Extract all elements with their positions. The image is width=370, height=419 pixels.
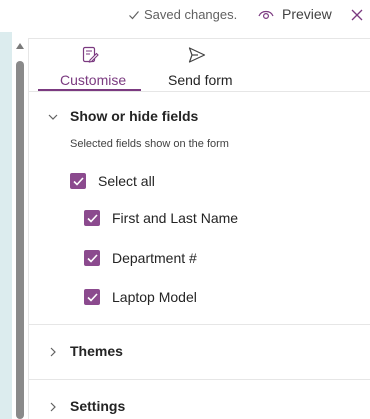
section-show-hide-fields[interactable]: Show or hide fields [29,99,370,135]
save-status: Saved changes. [128,7,237,22]
preview-label: Preview [282,6,332,22]
checkbox-checked [84,210,100,226]
field-label: First and Last Name [112,210,239,226]
section-divider [29,379,370,380]
chevron-down-icon [48,114,58,120]
preview-button[interactable]: Preview [258,6,332,22]
tab-customise-label: Customise [60,72,127,88]
edit-document-icon [82,46,99,63]
close-icon[interactable] [350,8,364,22]
section-themes[interactable]: Themes [29,334,370,370]
tab-send-form-label: Send form [168,72,233,88]
chevron-right-icon [50,347,56,357]
checkbox-checked [84,250,100,266]
field-checkbox-first-and-last-name[interactable]: First and Last Name [84,207,238,229]
select-all-label: Select all [98,173,155,189]
send-icon [188,47,206,63]
checkmark-icon [86,292,98,302]
checkmark-icon [72,176,84,186]
chevron-right-icon [50,402,56,412]
save-status-text: Saved changes. [144,7,238,22]
scrollbar-thumb[interactable] [16,61,24,419]
section-title: Themes [70,343,123,359]
eye-icon [258,10,274,20]
section-hint: Selected fields show on the form [70,138,229,150]
section-title: Settings [70,398,126,414]
scroll-up-arrow-icon[interactable] [15,42,25,50]
checkmark-icon [86,253,98,263]
section-divider [29,324,370,325]
field-label: Laptop Model [112,289,197,305]
checkmark-icon [129,10,139,19]
left-edge-background [0,32,12,419]
tab-customise[interactable]: Customise [37,39,127,91]
field-checkbox-department[interactable]: Department # [84,247,197,269]
field-checkbox-laptop-model[interactable]: Laptop Model [84,286,197,308]
section-settings[interactable]: Settings [29,389,370,419]
select-all-checkbox[interactable]: Select all [70,170,155,192]
tab-divider [29,91,370,92]
checkbox-checked [84,289,100,305]
tab-send-form[interactable]: Send form [159,39,239,91]
checkbox-checked [70,173,86,189]
field-label: Department # [112,250,197,266]
top-bar: Saved changes. Preview [0,0,370,32]
section-title: Show or hide fields [70,108,199,124]
form-settings-panel: Customise Send form Show or hide fields … [28,38,370,419]
checkmark-icon [86,213,98,223]
